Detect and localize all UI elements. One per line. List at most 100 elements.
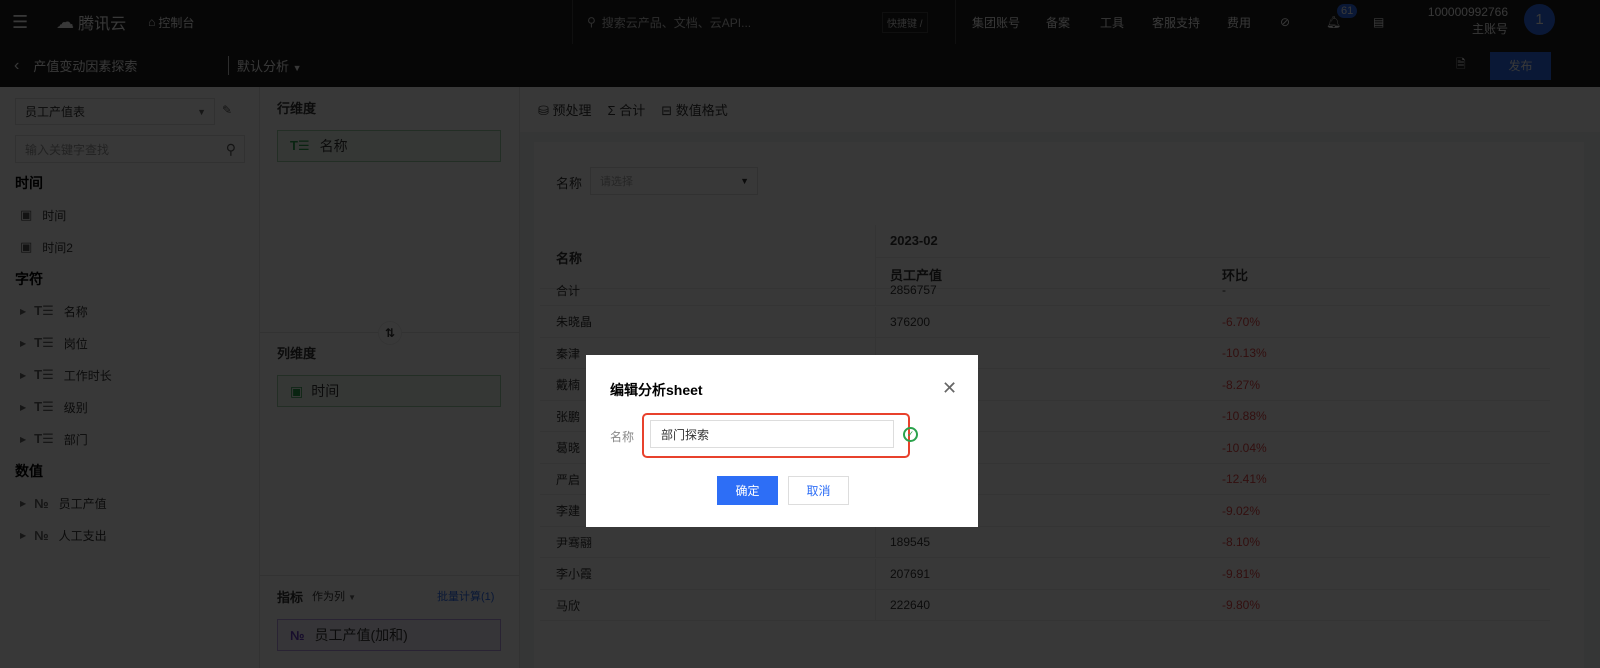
calendar-icon: ▣ bbox=[20, 239, 33, 254]
cell-value: 222640 bbox=[890, 598, 931, 612]
dimmed-page: ☰ ☁ 腾讯云 ⌂ 控制台 ⚲ 搜索云产品、文档、云API... 快捷键 / 集… bbox=[0, 0, 1600, 668]
sheet-name-input[interactable]: 部门探索 bbox=[650, 420, 894, 448]
cell-value: 189545 bbox=[890, 535, 931, 549]
field-item[interactable]: ▶ T☰ 部门 bbox=[0, 423, 260, 455]
analysis-select[interactable]: 默认分析 ▼ bbox=[228, 56, 302, 75]
field-group-title: 字符 bbox=[15, 271, 43, 287]
filter-label: 名称 bbox=[556, 176, 583, 191]
database-icon: ⛁ bbox=[538, 103, 549, 118]
row-dimension-chip[interactable]: T☰ 名称 bbox=[277, 130, 501, 162]
field-label: 岗位 bbox=[63, 336, 88, 351]
cell-name: 李小霞 bbox=[556, 567, 593, 581]
edit-icon[interactable]: ✎ bbox=[222, 103, 232, 117]
nav-support[interactable]: 客服支持 bbox=[1152, 14, 1200, 31]
table-row: 李小霞 207691 -9.81% bbox=[540, 558, 1550, 590]
caret-down-icon: ▼ bbox=[740, 176, 749, 186]
column-dimension-chip[interactable]: ▣ 时间 bbox=[277, 375, 501, 407]
save-icon[interactable]: 🗎︎ bbox=[1456, 55, 1466, 76]
field-label: 人工支出 bbox=[58, 528, 107, 543]
row-dimension-title: 行维度 bbox=[277, 101, 317, 116]
edit-sheet-dialog: 编辑分析sheet ✕ 名称 部门探索 ✓ 确定 取消 bbox=[586, 355, 978, 527]
field-item[interactable]: ▶ T☰ 工作时长 bbox=[0, 359, 260, 391]
cell-name: 朱晓晶 bbox=[556, 315, 593, 329]
nav-group-account[interactable]: 集团账号 bbox=[972, 14, 1020, 31]
check-circle-icon: ✓ bbox=[903, 427, 918, 442]
field-item[interactable]: ▶ T☰ 名称 bbox=[0, 295, 260, 327]
console-link[interactable]: 控制台 bbox=[158, 14, 194, 31]
field-item[interactable]: ▶ T☰ 岗位 bbox=[0, 327, 260, 359]
global-search[interactable]: ⚲ 搜索云产品、文档、云API... bbox=[572, 0, 882, 44]
chip-label: 名称 bbox=[319, 138, 348, 154]
field-label: 级别 bbox=[63, 400, 88, 415]
field-group-title: 时间 bbox=[15, 175, 43, 191]
table-select[interactable]: 员工产值表 ▼ bbox=[15, 98, 215, 125]
cell-ratio: -6.70% bbox=[1222, 314, 1261, 329]
cancel-button[interactable]: 取消 bbox=[788, 476, 849, 505]
shortcut-button[interactable]: 快捷键 / bbox=[882, 11, 928, 33]
cell-ratio: -10.13% bbox=[1222, 346, 1267, 360]
field-item[interactable]: ▣ 时间2 bbox=[0, 231, 260, 263]
confirm-button[interactable]: 确定 bbox=[717, 476, 778, 505]
preprocess-button[interactable]: ⛁ 预处理 bbox=[538, 100, 592, 119]
metric-mode: 作为列 bbox=[312, 591, 345, 603]
expand-icon[interactable]: ▶ bbox=[20, 371, 26, 380]
field-item[interactable]: ▣ 时间 bbox=[0, 199, 260, 231]
expand-icon[interactable]: ▶ bbox=[20, 499, 26, 508]
card-icon[interactable]: ▤ bbox=[1373, 15, 1384, 29]
close-icon[interactable]: ✕ bbox=[942, 378, 957, 399]
metric-title: 指标 bbox=[277, 590, 304, 605]
nav-billing[interactable]: 费用 bbox=[1227, 14, 1251, 31]
expand-icon[interactable]: ▶ bbox=[20, 403, 26, 412]
name-label: 名称 bbox=[610, 430, 635, 444]
cell-name: 马欣 bbox=[556, 598, 581, 613]
filter-placeholder: 请选择 bbox=[600, 176, 633, 188]
field-group-title: 数值 bbox=[15, 463, 43, 479]
avatar[interactable]: 1 bbox=[1524, 4, 1555, 35]
page-header: ‹ 产值变动因素探索 默认分析 ▼ 🗎︎ 发布 bbox=[0, 44, 1600, 87]
expand-icon[interactable]: ▶ bbox=[20, 339, 26, 348]
swap-icon[interactable]: ⇅ bbox=[378, 321, 402, 345]
metric-chip[interactable]: № 员工产值(加和) bbox=[277, 619, 501, 651]
name-filter-select[interactable]: 请选择 ▼ bbox=[590, 167, 758, 195]
field-item[interactable]: ▶ № 人工支出 bbox=[0, 519, 260, 551]
expand-icon[interactable]: ▶ bbox=[20, 435, 26, 444]
field-label: 部门 bbox=[63, 432, 88, 447]
field-item[interactable]: ▶ № 员工产值 bbox=[0, 487, 260, 519]
expand-icon[interactable]: ▶ bbox=[20, 307, 26, 316]
back-icon[interactable]: ‹ bbox=[14, 57, 19, 75]
cell-name: 戴楠 bbox=[556, 378, 581, 392]
cell-ratio: -10.04% bbox=[1222, 440, 1267, 455]
total-button[interactable]: Σ 合计 bbox=[608, 100, 646, 119]
header-period: 2023-02 bbox=[890, 233, 938, 248]
field-search-input[interactable]: 输入关键字查找 ⚲ bbox=[15, 135, 245, 163]
search-icon: ⚲ bbox=[587, 15, 596, 29]
publish-button[interactable]: 发布 bbox=[1490, 51, 1551, 80]
nav-tools[interactable]: 工具 bbox=[1100, 14, 1124, 31]
search-placeholder: 输入关键字查找 bbox=[25, 142, 110, 157]
cell-name: 尹骞翮 bbox=[556, 535, 593, 550]
cell-ratio: -12.41% bbox=[1222, 472, 1267, 486]
account-id[interactable]: 100000992766 bbox=[1428, 5, 1508, 19]
table-row: 合计 2856757 - bbox=[540, 275, 1550, 306]
cell-ratio: -9.80% bbox=[1222, 598, 1261, 612]
notification-badge: 61 bbox=[1337, 4, 1358, 18]
text-icon: T☰ bbox=[34, 335, 54, 350]
expand-icon[interactable]: ▶ bbox=[20, 531, 26, 540]
bell-icon[interactable]: 🔔︎ bbox=[1326, 15, 1341, 29]
number-icon: № bbox=[290, 627, 305, 643]
table-name: 员工产值表 bbox=[25, 105, 86, 119]
search-icon[interactable]: ⚲ bbox=[226, 141, 236, 158]
caret-down-icon: ▼ bbox=[292, 63, 302, 73]
number-format-button[interactable]: ⊟ 数值格式 bbox=[661, 100, 728, 119]
table-row: 朱晓晶 376200 -6.70% bbox=[540, 306, 1550, 338]
text-icon: T☰ bbox=[290, 138, 310, 153]
calendar-icon: ▣ bbox=[20, 207, 33, 222]
batch-calc-link[interactable]: 批量计算(1) bbox=[437, 588, 494, 604]
nav-beian[interactable]: 备案 bbox=[1046, 14, 1070, 31]
divider bbox=[955, 0, 956, 44]
menu-icon[interactable]: ☰ bbox=[12, 12, 28, 33]
field-item[interactable]: ▶ T☰ 级别 bbox=[0, 391, 260, 423]
link-icon[interactable]: ⊘ bbox=[1280, 15, 1290, 29]
brand-logo[interactable]: 腾讯云 bbox=[78, 10, 126, 34]
metric-mode-select[interactable]: 作为列 ▼ bbox=[312, 588, 356, 604]
